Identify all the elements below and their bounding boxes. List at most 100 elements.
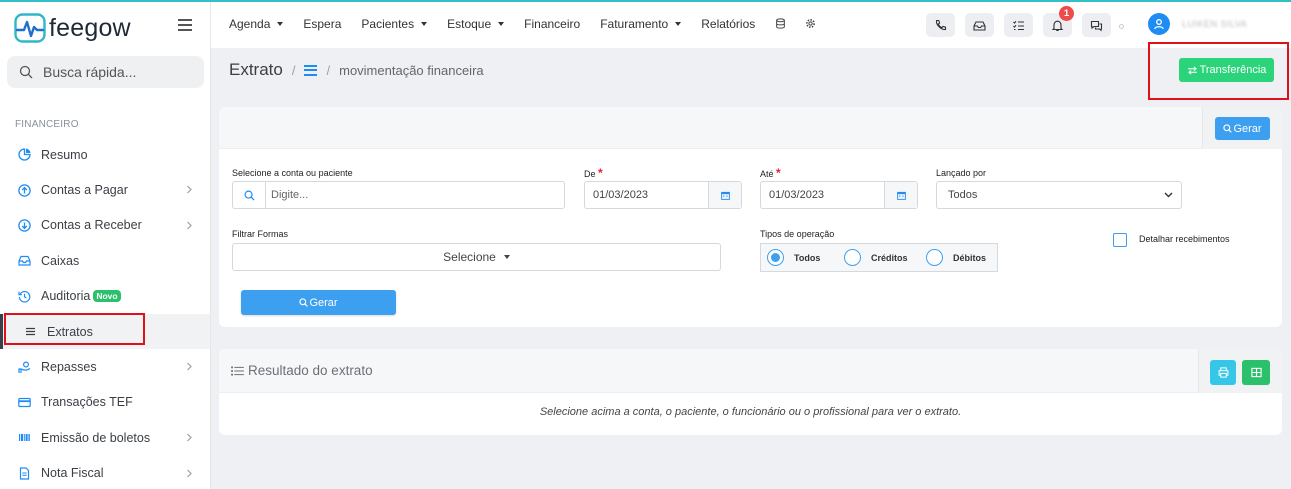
topnav-label: Agenda <box>229 17 271 31</box>
sidebar-item-label: Emissão de boletos <box>41 430 151 445</box>
generate-label: Gerar <box>1233 122 1262 135</box>
calendar-icon[interactable] <box>708 182 741 208</box>
sidebar-item-label: Nota Fiscal <box>41 466 104 481</box>
operation-type-debitos[interactable]: Débitos <box>926 244 986 271</box>
sidebar-item-label: Transações TEF <box>41 395 133 410</box>
result-panel: Resultado do extrato Selecione acima a c… <box>219 349 1282 435</box>
barcode-icon <box>18 431 31 444</box>
sidebar-item-label: Resumo <box>41 147 88 162</box>
sidebar-item-label: Extratos <box>47 324 93 339</box>
topnav-faturamento[interactable]: Faturamento <box>600 17 682 31</box>
date-from-label: De * <box>584 166 603 180</box>
top-bar: Agenda Espera Pacientes Estoque Financei… <box>211 2 1291 48</box>
topnav-financeiro[interactable]: Financeiro <box>524 17 580 31</box>
print-button[interactable] <box>1210 360 1236 385</box>
date-to-input[interactable] <box>769 182 879 208</box>
account-label: Selecione a conta ou paciente <box>232 168 353 178</box>
breadcrumb-separator: / <box>326 62 331 78</box>
calendar-icon[interactable] <box>884 182 917 208</box>
generate-button-top[interactable]: Gerar <box>1215 117 1270 140</box>
tasks-button[interactable] <box>1004 13 1033 37</box>
sidebar-item-auditoria[interactable]: Auditoria Novo <box>0 279 210 314</box>
date-from-label-text: De <box>584 169 596 179</box>
inbox-icon <box>973 20 986 31</box>
inbox-button[interactable] <box>965 13 994 37</box>
sidebar-item-contas-a-pagar[interactable]: Contas a Pagar <box>0 172 210 207</box>
sidebar-item-emissao-de-boletos[interactable]: Emissão de boletos <box>0 420 210 455</box>
filter-panel: Gerar Selecione a conta ou paciente De *… <box>219 107 1282 327</box>
chevron-right-icon <box>187 469 192 477</box>
operation-types-label: Tipos de operação <box>760 229 835 239</box>
export-excel-button[interactable] <box>1242 360 1270 385</box>
topnav-agenda[interactable]: Agenda <box>229 17 284 31</box>
sidebar-item-nota-fiscal[interactable]: Nota Fiscal <box>0 456 210 489</box>
list-icon[interactable] <box>304 64 318 76</box>
feegow-logo[interactable]: feegow <box>14 11 131 45</box>
required-mark: * <box>776 166 781 180</box>
pie-chart-icon <box>18 148 31 161</box>
caret-down-icon <box>277 22 284 26</box>
notifications-button[interactable]: 1 <box>1043 6 1074 37</box>
topnav-espera[interactable]: Espera <box>303 17 341 31</box>
checklist-icon <box>1013 20 1024 30</box>
arrow-down-circle-icon <box>18 219 31 232</box>
topnav-pacientes[interactable]: Pacientes <box>361 17 428 31</box>
radio-unchecked <box>926 249 943 266</box>
date-from-input[interactable] <box>593 182 703 208</box>
topnav-label: Relatórios <box>701 17 756 31</box>
user-name[interactable]: LUIKEN SILVA <box>1182 19 1247 29</box>
gear-icon[interactable] <box>805 17 817 29</box>
sidebar-item-label: Contas a Receber <box>41 218 142 233</box>
sidebar-item-contas-a-receber[interactable]: Contas a Receber <box>0 208 210 243</box>
caret-down-icon <box>421 22 428 26</box>
new-badge: Novo <box>93 290 121 303</box>
sidebar-nav: Resumo Contas a Pagar Contas a Receber C… <box>0 137 210 489</box>
chat-bubbles-icon <box>1090 20 1103 31</box>
transfer-label: Transferência <box>1199 64 1267 76</box>
search-icon <box>233 182 266 208</box>
empty-result-message: Selecione acima a conta, o paciente, o f… <box>539 406 962 418</box>
caret-down-icon <box>503 255 510 259</box>
date-to-label-text: Até <box>760 169 774 179</box>
sidebar-item-transacoes-tef[interactable]: Transações TEF <box>0 385 210 420</box>
topnav-label: Financeiro <box>524 17 581 31</box>
chat-button[interactable] <box>1082 13 1111 37</box>
document-icon <box>18 467 31 480</box>
avatar[interactable] <box>1148 13 1170 35</box>
sidebar-item-label: Caixas <box>41 253 80 268</box>
chevron-right-icon <box>187 221 192 230</box>
operation-type-group: Todos Créditos Débitos <box>760 243 998 272</box>
topnav-label: Faturamento <box>600 17 669 31</box>
generate-button[interactable]: Gerar <box>241 290 396 315</box>
phone-button[interactable] <box>926 13 955 37</box>
account-search-field <box>232 181 565 209</box>
topnav-relatorios[interactable]: Relatórios <box>701 17 755 31</box>
transfer-button[interactable]: Transferência <box>1179 58 1274 82</box>
grid-table-icon <box>1250 367 1262 378</box>
menu-toggle-icon[interactable] <box>178 19 192 31</box>
credit-card-icon <box>18 396 31 409</box>
operation-type-creditos[interactable]: Créditos <box>844 244 926 271</box>
detail-receipts-checkbox[interactable] <box>1113 233 1127 247</box>
sidebar-item-repasses[interactable]: Repasses <box>0 349 210 384</box>
sidebar-item-caixas[interactable]: Caixas <box>0 243 210 278</box>
topnav-label: Pacientes <box>361 17 415 31</box>
inbox-icon <box>18 254 31 267</box>
page-title: Extrato <box>229 60 283 79</box>
posted-by-value: Todos <box>948 189 978 201</box>
database-icon[interactable] <box>775 17 787 29</box>
topnav-estoque[interactable]: Estoque <box>447 17 505 31</box>
payment-forms-dropdown[interactable]: Selecione <box>232 243 721 271</box>
notification-count-badge: 1 <box>1059 6 1074 21</box>
account-search-input[interactable] <box>271 182 551 208</box>
posted-by-select[interactable]: Todos <box>936 181 1182 209</box>
sidebar-item-label: Repasses <box>41 360 97 375</box>
printer-icon <box>1218 367 1228 378</box>
date-to-label: Até * <box>760 166 781 180</box>
filter-panel-header <box>219 107 1282 149</box>
search-input[interactable] <box>43 64 193 80</box>
sidebar-item-resumo[interactable]: Resumo <box>0 137 210 172</box>
operation-type-todos[interactable]: Todos <box>767 244 844 271</box>
sidebar-item-extratos[interactable]: Extratos <box>0 313 210 350</box>
quick-search <box>7 56 204 88</box>
